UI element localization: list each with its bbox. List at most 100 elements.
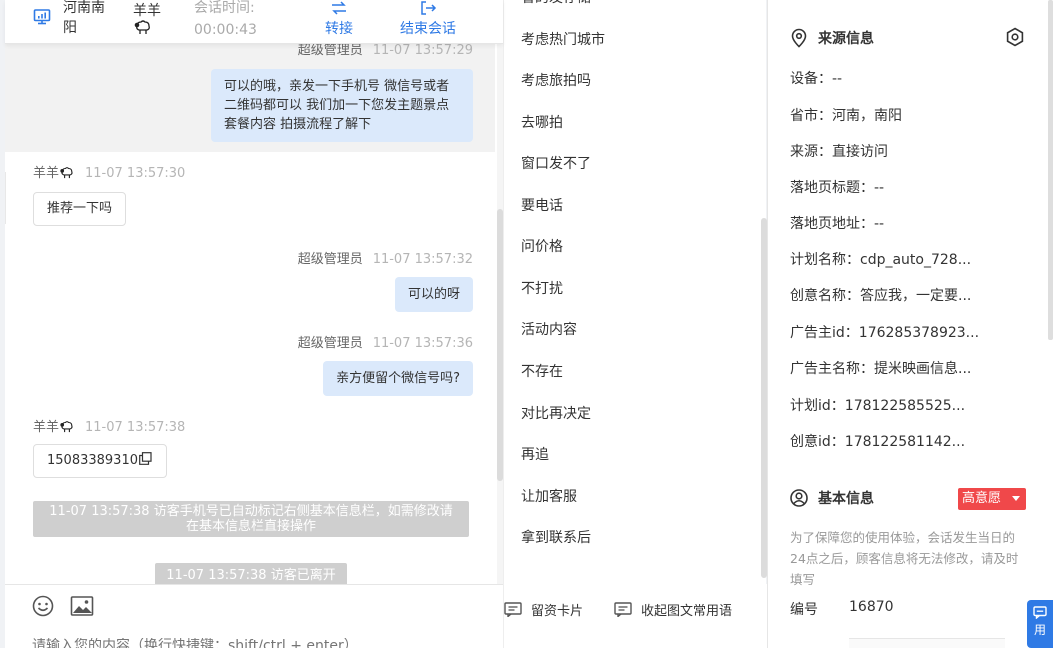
info-plan-name: 计划名称：cdp_auto_728... [790,250,971,270]
quick-reply-item[interactable]: 让加客服 [521,487,577,507]
quick-reply-item[interactable]: 考虑热门城市 [521,30,605,50]
message-list[interactable]: 超级管理员 11-07 13:57:29 可以的哦，亲发一下手机号 微信号或者二维… [5,44,503,584]
quick-reply-item[interactable]: 窗口发不了 [521,154,591,174]
info-label: 落地页地址： [790,216,874,232]
info-value: cdp_auto_728... [860,252,972,268]
message-meta: 超级管理员 11-07 13:57:29 [298,44,473,60]
info-creative-name: 创意名称：答应我，一定要... [790,286,971,306]
sheep-icon [60,167,73,179]
session-time-label: 会话时间: [194,0,255,16]
quick-reply-item[interactable]: 再追 [521,445,549,465]
transfer-arrows-icon [332,1,346,15]
info-device: 设备：-- [790,69,842,89]
info-value: 178122585525... [844,398,966,414]
chat-bubble-icon [1033,606,1047,619]
info-label: 广告主id： [790,325,859,341]
quick-reply-list[interactable]: 省的发存储 考虑热门城市 考虑旅拍吗 去哪拍 窗口发不了 要电话 问价格 不打扰… [504,0,767,584]
edit-deadline-note: 为了保障您的使用体验，会话发生当日的24点之后，顾客信息将无法修改，请及时填写 [790,530,1019,587]
transfer-button[interactable]: 转接 [319,0,359,42]
info-province-city: 省市：河南，南阳 [790,106,902,126]
basic-info-title: 基本信息 [790,488,874,508]
composer [5,584,503,648]
visitor-message-bubble: 推荐一下吗 [33,192,127,226]
quick-reply-item[interactable]: 问价格 [521,237,563,257]
image-icon[interactable] [70,595,94,617]
quick-reply-item[interactable]: 不存在 [521,362,563,382]
info-creative-id: 创意id：178122581142... [790,432,965,452]
visitor-info-panel: 来源信息 设备：-- 省市：河南，南阳 来源：直接访问 落地页标题：-- 落地页… [767,0,1053,648]
sheep-icon [134,20,150,34]
system-note-phone-marked: 11-07 13:57:38 访客手机号已自动标记右侧基本信息栏，如需修改请在基… [33,501,469,537]
edge-marker [5,172,6,224]
fold-phrases-button[interactable]: 收起图文常用语 [614,600,732,619]
card-icon [504,602,522,617]
info-advertiser-id: 广告主id：176285378923... [790,323,979,343]
info-label: 省市： [790,108,832,124]
intent-level-dropdown[interactable]: 高意愿 [958,488,1026,510]
message-sender: 超级管理员 [297,336,363,351]
agent-message-bubble: 可以的呀 [394,277,473,312]
sheep-icon [60,421,73,433]
message-time: 11-07 13:57:29 [372,44,473,58]
side-tab-label: 用 [1033,623,1046,637]
info-value: 176285378923... [858,325,980,341]
emoji-icon[interactable] [32,595,54,617]
info-scrollbar[interactable] [1048,0,1053,340]
quick-reply-item[interactable]: 考虑旅拍吗 [521,71,591,91]
end-session-button[interactable]: 结束会话 [393,0,463,42]
message-meta: 羊羊 11-07 13:57:30 [33,165,185,183]
source-info-title-text: 来源信息 [818,31,874,47]
info-value: 河南，南阳 [832,108,902,124]
lead-card-button[interactable]: 留资卡片 [504,600,583,619]
visitor-name: 羊羊 [133,2,161,40]
source-info-title: 来源信息 [790,28,874,48]
info-value: -- [874,180,885,196]
message-time: 11-07 13:57:30 [85,166,186,181]
info-label: 创意id： [790,434,845,450]
session-time-value: 00:00:43 [194,22,257,38]
quick-reply-item[interactable]: 要电话 [521,196,563,216]
logout-icon [421,1,437,15]
settings-icon[interactable] [1005,27,1025,47]
customer-id-label: 编号 [790,602,818,618]
info-value: 直接访问 [832,144,888,160]
quick-reply-item[interactable]: 对比再决定 [521,404,591,424]
info-landing-title: 落地页标题：-- [790,178,884,198]
floating-side-tab[interactable]: 用 [1027,600,1053,648]
next-field-input[interactable] [849,638,1005,648]
message-time: 11-07 13:57:38 [85,420,186,435]
message-sender: 超级管理员 [297,252,363,267]
info-label: 广告主名称： [790,361,874,377]
copy-icon[interactable] [139,452,152,465]
chat-panel: 河南南阳 羊羊 会话时间: 00:00:43 转接 结束会话 超级管理员 11-… [5,0,503,648]
info-value: -- [832,71,843,87]
message-input[interactable] [32,638,472,648]
info-label: 计划名称： [790,252,860,268]
agent-message-bubble: 亲方便留个微信号吗? [323,361,473,396]
basic-info-title-text: 基本信息 [818,491,874,507]
info-source: 来源：直接访问 [790,142,888,162]
info-advertiser-name: 广告主名称：提米映画信息... [790,359,971,379]
phone-number-text: 15083389310 [47,453,138,468]
end-session-label: 结束会话 [400,21,456,37]
message-sender: 羊羊 [33,166,60,181]
chat-header: 河南南阳 羊羊 会话时间: 00:00:43 转接 结束会话 [5,0,503,44]
lead-card-label: 留资卡片 [531,604,584,619]
message-sender: 超级管理员 [297,44,363,58]
quick-reply-item[interactable]: 省的发存储 [521,0,591,8]
fold-phrases-label: 收起图文常用语 [641,604,733,619]
message-time: 11-07 13:57:36 [372,336,473,351]
info-label: 创意名称： [790,288,860,304]
info-label: 计划id： [790,398,845,414]
quick-reply-panel: 省的发存储 考虑热门城市 考虑旅拍吗 去哪拍 窗口发不了 要电话 问价格 不打扰… [503,0,767,648]
info-landing-url: 落地页地址：-- [790,214,884,234]
transfer-label: 转接 [325,21,353,37]
quick-reply-item[interactable]: 不打扰 [521,279,563,299]
quick-reply-item[interactable]: 活动内容 [521,320,577,340]
visitor-location: 河南南阳 [63,0,105,36]
user-circle-icon [790,489,808,507]
quick-reply-item[interactable]: 拿到联系后 [521,528,591,548]
info-label: 设备： [790,71,832,87]
message-meta: 羊羊 11-07 13:57:38 [33,419,185,437]
quick-reply-item[interactable]: 去哪拍 [521,113,563,133]
